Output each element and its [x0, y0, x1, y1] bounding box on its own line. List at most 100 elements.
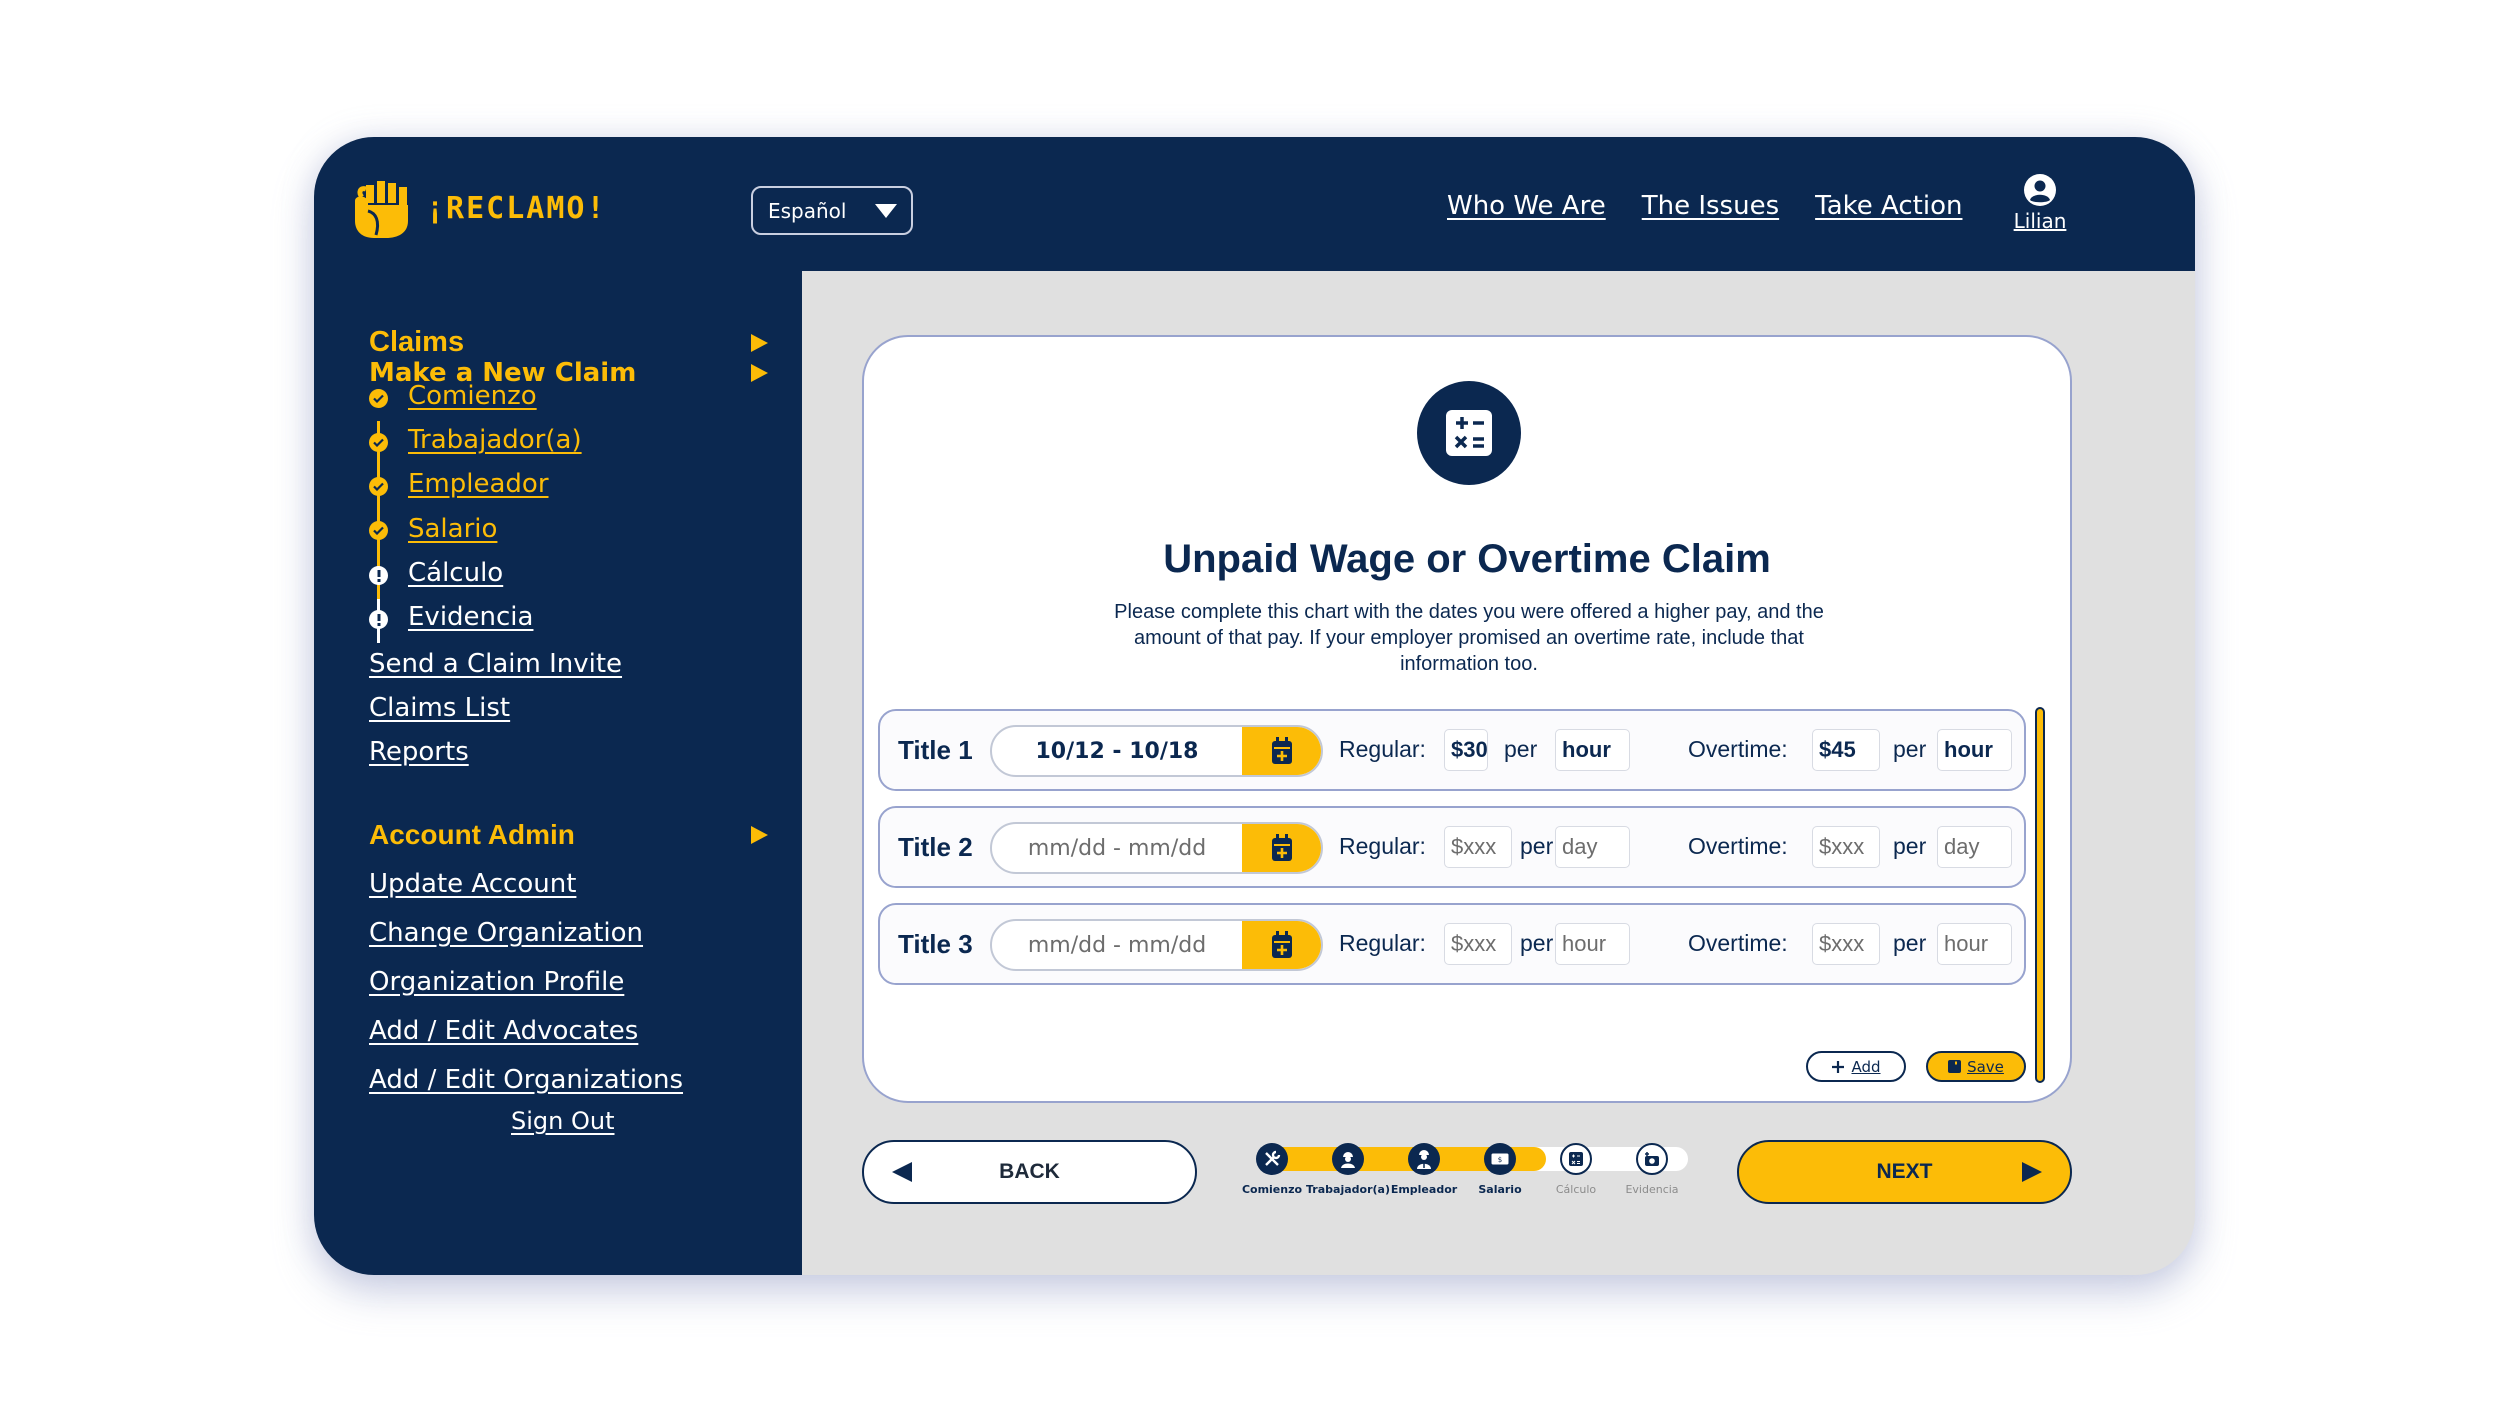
overtime-unit-select[interactable]: hour: [1937, 923, 2012, 965]
overtime-rate-input[interactable]: $45: [1812, 729, 1880, 771]
per-label: per: [1520, 930, 1554, 956]
sidebar-change-organization[interactable]: Change Organization: [369, 918, 643, 948]
regular-label: Regular:: [1339, 930, 1426, 956]
back-label: BACK: [999, 1160, 1060, 1183]
wage-row: Title 3 mm/dd - mm/dd Regular: $xxx per …: [878, 903, 2026, 985]
top-nav: Who We Are The Issues Take Action: [1447, 191, 1962, 221]
progress-step-calculo[interactable]: Cálculo: [1538, 1143, 1614, 1196]
date-range-input[interactable]: mm/dd - mm/dd: [990, 919, 1323, 971]
next-label: NEXT: [1876, 1160, 1933, 1183]
per-label: per: [1893, 736, 1927, 762]
per-label: per: [1893, 930, 1927, 956]
sidebar-claims-list[interactable]: Claims List: [369, 693, 510, 723]
progress-step-label: Cálculo: [1555, 1183, 1597, 1196]
calendar-add-icon[interactable]: [1242, 921, 1321, 969]
language-value: Español: [768, 198, 847, 223]
regular-unit-select[interactable]: day: [1555, 826, 1630, 868]
progress-step-empleador[interactable]: Empleador: [1386, 1143, 1462, 1196]
caret-down-icon: [875, 203, 897, 218]
claim-card: Unpaid Wage or Overtime Claim Please com…: [862, 335, 2072, 1103]
progress-step-comienzo[interactable]: Comienzo: [1234, 1143, 1310, 1196]
wage-row: Title 1 10/12 - 10/18 Regular: $30 per h…: [878, 709, 2026, 791]
sidebar-step-trabajador[interactable]: Trabajador(a): [408, 425, 582, 455]
progress-tracker: Comienzo Trabajador(a) Empleador $ Salar…: [1242, 1143, 1692, 1213]
app-frame: ¡RECLAMO! Español Who We Are The Issues …: [314, 137, 2195, 1275]
calendar-add-icon[interactable]: [1242, 727, 1321, 775]
regular-unit-select[interactable]: hour: [1555, 729, 1630, 771]
step-alert-icon: [369, 610, 388, 629]
step-check-icon: [369, 389, 388, 408]
overtime-label: Overtime:: [1688, 833, 1788, 859]
sidebar-add-edit-advocates[interactable]: Add / Edit Advocates: [369, 1016, 638, 1046]
date-range-input[interactable]: 10/12 - 10/18: [990, 725, 1323, 777]
account-admin-expand-arrow-icon[interactable]: [751, 826, 768, 844]
sidebar-step-comienzo[interactable]: Comienzo: [408, 381, 537, 411]
step-check-icon: [369, 433, 388, 452]
next-button[interactable]: NEXT: [1737, 1140, 2072, 1204]
add-row-button[interactable]: Add: [1806, 1051, 1906, 1082]
nav-take-action[interactable]: Take Action: [1815, 191, 1962, 221]
user-name: Lilian: [2013, 209, 2067, 233]
progress-step-trabajador[interactable]: Trabajador(a): [1306, 1143, 1390, 1196]
overtime-unit-select[interactable]: hour: [1937, 729, 2012, 771]
row-title: Title 1: [898, 735, 973, 765]
overtime-rate-input[interactable]: $xxx: [1812, 923, 1880, 965]
new-claim-expand-arrow-icon[interactable]: [751, 364, 768, 382]
card-title: Unpaid Wage or Overtime Claim: [1163, 537, 1771, 581]
logo-text: ¡RECLAMO!: [426, 190, 607, 226]
progress-step-salario[interactable]: $ Salario: [1462, 1143, 1538, 1196]
save-button[interactable]: Save: [1926, 1051, 2026, 1082]
per-label: per: [1893, 833, 1927, 859]
raised-fist-icon: [355, 181, 408, 238]
overtime-rate-input[interactable]: $xxx: [1812, 826, 1880, 868]
progress-step-label: Evidencia: [1625, 1183, 1679, 1196]
arrow-right-icon: [2022, 1162, 2042, 1182]
claims-expand-arrow-icon[interactable]: [751, 334, 768, 352]
regular-rate-input[interactable]: $xxx: [1444, 923, 1512, 965]
employer-icon: [1408, 1143, 1440, 1175]
sidebar-step-empleador[interactable]: Empleador: [408, 469, 549, 499]
wage-row: Title 2 mm/dd - mm/dd Regular: $xxx per …: [878, 806, 2026, 888]
nav-the-issues[interactable]: The Issues: [1642, 191, 1779, 221]
sidebar-reports[interactable]: Reports: [369, 737, 469, 767]
rows-scrollbar[interactable]: [2035, 707, 2045, 1083]
progress-step-label: Empleador: [1390, 1183, 1458, 1196]
sidebar-step-salario[interactable]: Salario: [408, 514, 497, 544]
sidebar-claims-heading[interactable]: Claims: [369, 326, 464, 359]
sidebar-step-evidencia[interactable]: Evidencia: [408, 602, 533, 632]
sidebar-account-admin-heading[interactable]: Account Admin: [369, 819, 575, 851]
regular-label: Regular:: [1339, 833, 1426, 859]
nav-who-we-are[interactable]: Who We Are: [1447, 191, 1606, 221]
user-menu[interactable]: Lilian: [2008, 173, 2072, 233]
progress-step-label: Trabajador(a): [1306, 1183, 1390, 1196]
step-alert-icon: [369, 566, 388, 585]
regular-rate-input[interactable]: $30: [1444, 729, 1488, 771]
money-icon: $: [1484, 1143, 1516, 1175]
top-header: ¡RECLAMO! Español Who We Are The Issues …: [314, 137, 2195, 271]
sidebar-step-calculo[interactable]: Cálculo: [408, 558, 503, 588]
step-check-icon: [369, 477, 388, 496]
row-title: Title 2: [898, 832, 973, 862]
sidebar-update-account[interactable]: Update Account: [369, 869, 576, 899]
overtime-label: Overtime:: [1688, 930, 1788, 956]
step-check-icon: [369, 521, 388, 540]
progress-step-label: Salario: [1478, 1183, 1522, 1196]
overtime-unit-select[interactable]: day: [1937, 826, 2012, 868]
regular-rate-input[interactable]: $xxx: [1444, 826, 1512, 868]
date-range-value: 10/12 - 10/18: [1035, 738, 1199, 764]
camera-add-icon: [1636, 1143, 1668, 1175]
progress-step-evidencia[interactable]: Evidencia: [1614, 1143, 1690, 1196]
save-label: Save: [1967, 1057, 2004, 1076]
sidebar-organization-profile[interactable]: Organization Profile: [369, 967, 624, 997]
sign-out-link[interactable]: Sign Out: [511, 1107, 615, 1135]
sidebar-add-edit-organizations[interactable]: Add / Edit Organizations: [369, 1065, 683, 1095]
sidebar-send-claim-invite[interactable]: Send a Claim Invite: [369, 649, 622, 679]
back-button[interactable]: BACK: [862, 1140, 1197, 1204]
language-select[interactable]: Español: [751, 186, 913, 235]
logo[interactable]: ¡RECLAMO!: [352, 177, 607, 239]
regular-unit-select[interactable]: hour: [1555, 923, 1630, 965]
calendar-add-icon[interactable]: [1242, 824, 1321, 872]
date-range-placeholder: mm/dd - mm/dd: [1027, 835, 1207, 861]
date-range-input[interactable]: mm/dd - mm/dd: [990, 822, 1323, 874]
per-label: per: [1504, 736, 1538, 762]
